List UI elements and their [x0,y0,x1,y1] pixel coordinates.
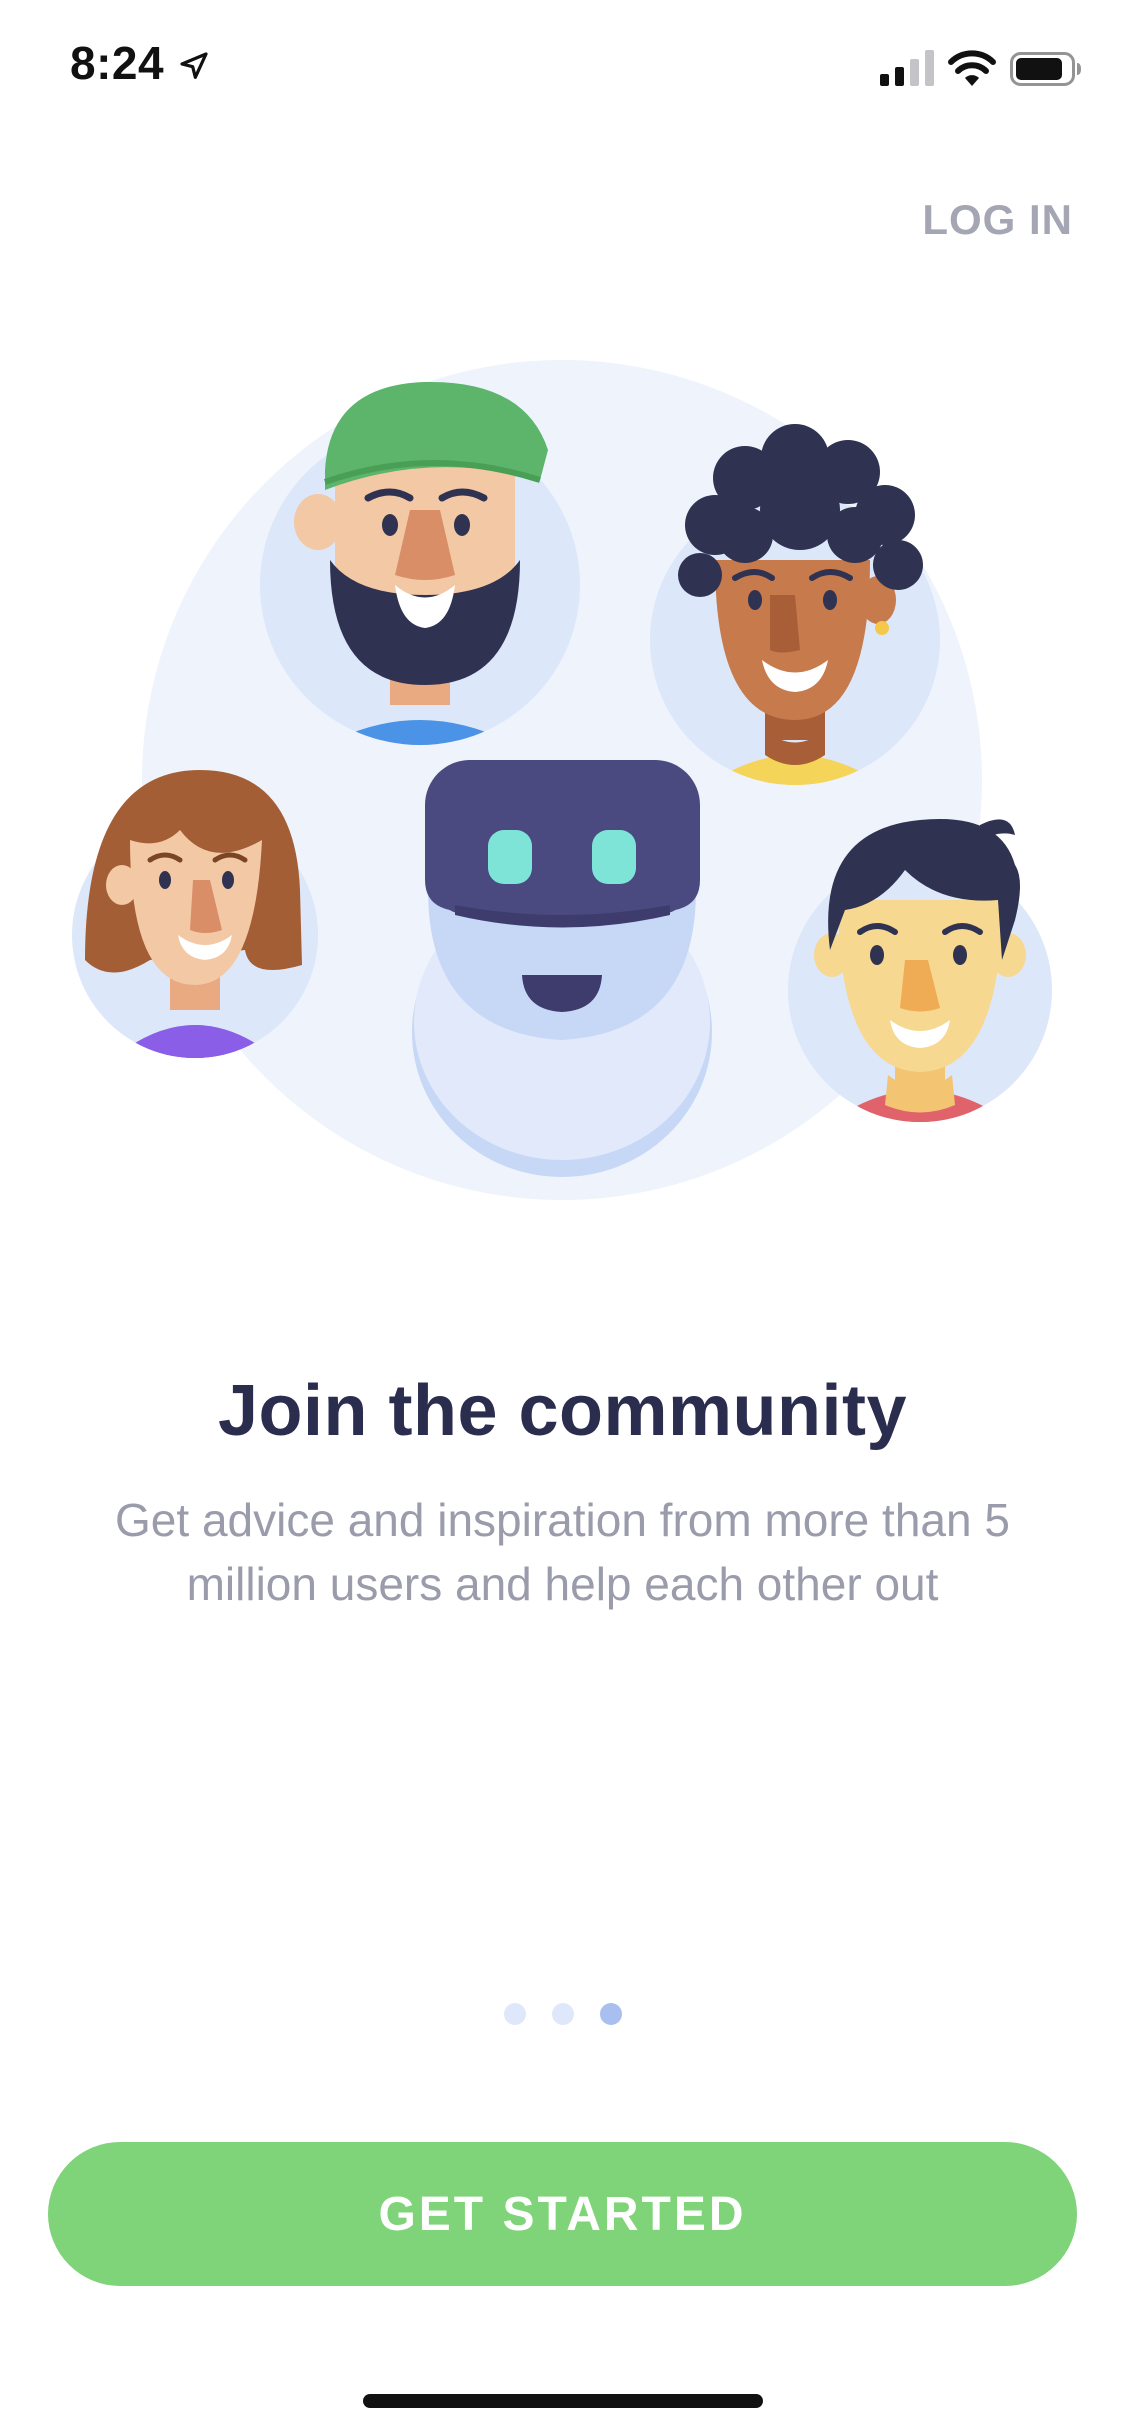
status-bar: 8:24 [0,0,1125,132]
login-link[interactable]: LOG IN [922,196,1073,244]
status-time: 8:24 [70,37,165,89]
pagination-dot-3-active[interactable] [599,2003,622,2025]
page-description: Get advice and inspiration from more tha… [115,1494,1010,1610]
pagination-dot-2[interactable] [551,2003,574,2025]
pagination-dot-1[interactable] [503,2003,526,2025]
home-indicator[interactable] [363,2394,763,2408]
page-title: Join the community [217,1371,908,1451]
pagination-dots [0,2003,1125,2025]
robot-mascot [412,760,712,1177]
location-arrow-icon [180,52,208,79]
cellular-signal-icon [880,50,934,86]
get-started-button[interactable]: GET STARTED [48,2142,1077,2286]
community-illustration [72,360,1052,1200]
battery-icon [1010,52,1081,86]
wifi-icon [948,50,996,86]
